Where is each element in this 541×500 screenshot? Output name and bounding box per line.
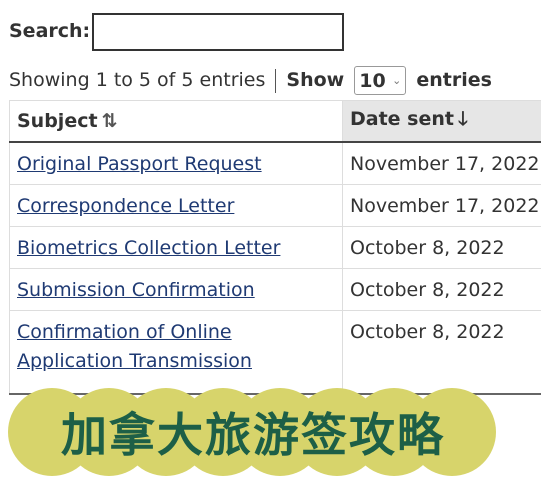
banner-text: 加拿大旅游签攻略	[61, 408, 445, 462]
page-length-value: 10	[359, 69, 386, 92]
table-info: Showing 1 to 5 of 5 entries Show 10 ⌄ entr…	[9, 66, 492, 95]
chevron-down-icon: ⌄	[392, 74, 402, 87]
subject-link[interactable]: Biometrics Collection Letter	[17, 237, 280, 259]
date-cell: October 8, 2022	[342, 310, 541, 395]
page-length-select[interactable]: 10 ⌄	[354, 66, 407, 95]
table-row: Original Passport Request November 17, 20…	[9, 141, 541, 185]
sort-both-icon: ⇅	[101, 110, 118, 132]
show-label: Show	[286, 69, 345, 91]
correspondence-table: Subject ⇅ Date sent 🡓 Original Passport Re…	[9, 100, 541, 395]
search-label: Search:	[9, 20, 91, 42]
table-row: Confirmation of Online Application Trans…	[9, 310, 541, 395]
sort-desc-arrow-icon: 🡓	[457, 108, 468, 130]
subject-link[interactable]: Correspondence Letter	[17, 195, 234, 217]
subject-link[interactable]: Confirmation of Online Application Trans…	[17, 321, 252, 372]
divider	[275, 68, 277, 93]
date-cell: November 17, 2022	[342, 141, 541, 185]
column-header-date-sent[interactable]: Date sent 🡓	[342, 100, 541, 143]
subject-link[interactable]: Original Passport Request	[17, 153, 262, 175]
subject-link[interactable]: Submission Confirmation	[17, 279, 255, 301]
entries-label: entries	[416, 69, 492, 91]
header-label: Subject	[17, 110, 98, 132]
date-cell: October 8, 2022	[342, 268, 541, 311]
table-row: Correspondence Letter November 17, 2022	[9, 184, 541, 227]
column-header-subject[interactable]: Subject ⇅	[9, 100, 343, 143]
date-cell: November 17, 2022	[342, 184, 541, 227]
table-row: Biometrics Collection Letter October 8, 2…	[9, 226, 541, 269]
table-row: Submission Confirmation October 8, 2022	[9, 268, 541, 311]
showing-entries-text: Showing 1 to 5 of 5 entries	[9, 69, 266, 91]
title-banner: 加拿大旅游签攻略	[8, 388, 498, 476]
search-input[interactable]	[92, 13, 344, 51]
date-cell: October 8, 2022	[342, 226, 541, 269]
header-label: Date sent	[350, 108, 454, 130]
